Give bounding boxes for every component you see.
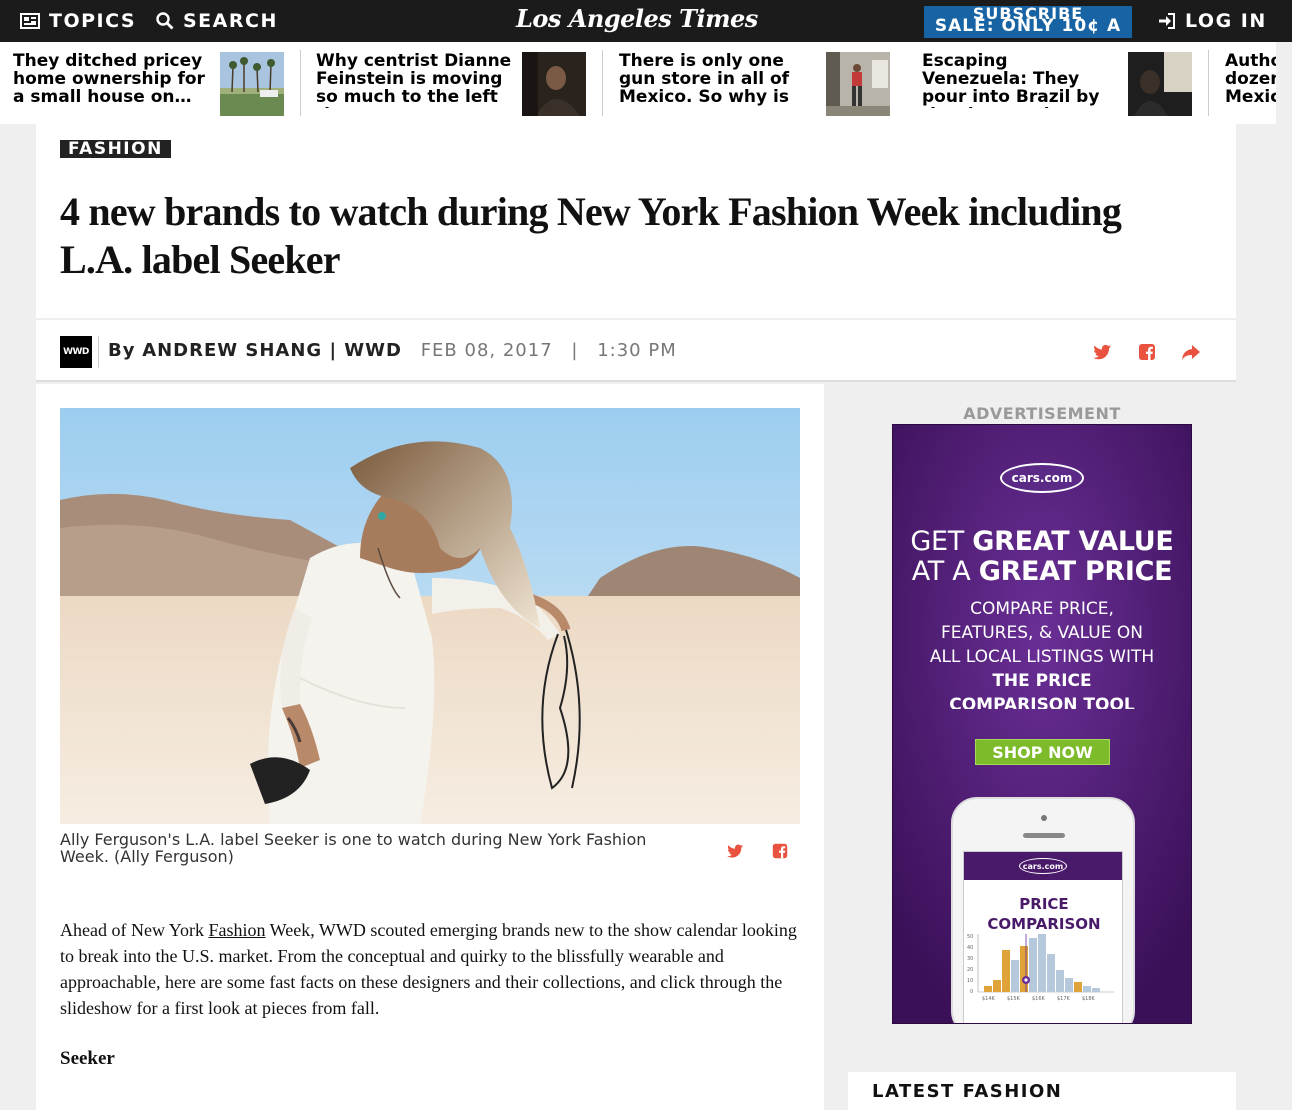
x-tick: $14K xyxy=(982,996,996,1002)
headline-divider xyxy=(300,50,301,116)
screen-title: PRICE COMPARISON xyxy=(987,895,1101,932)
screen-logo: cars.com xyxy=(1019,858,1067,874)
phone-illustration: cars.com PRICE COMPARISON 50 40 30 20 10… xyxy=(951,797,1135,1023)
search-button[interactable]: SEARCH xyxy=(156,0,278,42)
para-text-before: Ahead of New York xyxy=(60,920,209,940)
headline-text: Escaping Venezuela: They pour into Brazi… xyxy=(922,52,1100,108)
headline-thumbnail xyxy=(220,52,284,116)
headline-text: There is only one gun store in all of Me… xyxy=(619,52,790,108)
top-navigation-bar: TOPICS SEARCH Los Angeles Times SUBSCRIB… xyxy=(0,0,1292,42)
phone-speaker xyxy=(1023,833,1065,838)
byline-sep: | xyxy=(571,340,579,361)
ad-subtext: COMPARE PRICE, FEATURES, & VALUE ON ALL … xyxy=(893,597,1191,709)
y-tick: 30 xyxy=(967,956,973,962)
login-icon xyxy=(1159,13,1175,29)
byline-row: WWD By ANDREW SHANG | WWD FEB 08, 2017 |… xyxy=(36,320,1236,382)
phone-screen: cars.com PRICE COMPARISON 50 40 30 20 10… xyxy=(963,851,1123,1023)
article-header: FASHION 4 new brands to watch during New… xyxy=(36,124,1236,318)
article-body: Ally Ferguson's L.A. label Seeker is one… xyxy=(36,384,824,1110)
byline-date: FEB 08, 2017 xyxy=(420,340,553,361)
hero-image[interactable] xyxy=(60,408,800,824)
source-logo: WWD xyxy=(60,336,92,368)
headline-item[interactable]: There is only one gun store in all of Me… xyxy=(619,52,815,114)
byline: By ANDREW SHANG | WWD FEB 08, 2017 | 1:3… xyxy=(108,340,677,361)
byline-author[interactable]: ANDREW SHANG | WWD xyxy=(142,340,402,361)
headline-text: They ditched pricey home ownership for a… xyxy=(13,52,205,107)
topics-icon xyxy=(20,13,40,29)
share-arrow-icon[interactable] xyxy=(1181,342,1201,362)
byline-by: By xyxy=(108,340,136,361)
headline-thumbnail xyxy=(1128,52,1192,116)
advertisement-label: ADVERTISEMENT xyxy=(963,404,1121,423)
price-comparison-chart: 50 40 30 20 10 0 $14K $15K $16K $17K $18… xyxy=(967,934,1114,1002)
latest-fashion-heading: LATEST FASHION xyxy=(872,1081,1063,1102)
x-tick: $18K xyxy=(1082,996,1096,1002)
latimes-logo[interactable]: Los Angeles Times xyxy=(516,4,758,33)
topics-button[interactable]: TOPICS xyxy=(20,0,136,42)
headline-divider xyxy=(602,50,603,116)
subscribe-offer: SALE: ONLY 10¢ A xyxy=(934,16,1122,36)
y-tick: 20 xyxy=(967,967,973,973)
headline-strip: They ditched pricey home ownership for a… xyxy=(0,42,1276,124)
ad-head-2b: GREAT PRICE xyxy=(978,556,1173,587)
headline-item[interactable]: Autho dozen Mexic xyxy=(1225,52,1276,114)
headline-divider xyxy=(1208,50,1209,116)
login-label: LOG IN xyxy=(1185,10,1267,32)
fashion-link[interactable]: Fashion xyxy=(208,920,265,940)
facebook-icon[interactable] xyxy=(1137,342,1157,362)
shop-now-button[interactable]: SHOP NOW xyxy=(975,739,1110,765)
x-tick: $17K xyxy=(1057,996,1071,1002)
y-tick: 10 xyxy=(967,978,973,984)
ad-sub-5: COMPARISON TOOL xyxy=(949,695,1135,709)
byline-time: 1:30 PM xyxy=(597,340,677,361)
ad-sub-1: COMPARE PRICE, xyxy=(970,599,1114,619)
ad-head-1a: GET xyxy=(910,526,973,557)
x-tick: $15K xyxy=(1007,996,1021,1002)
image-caption: Ally Ferguson's L.A. label Seeker is one… xyxy=(60,830,647,866)
twitter-icon[interactable] xyxy=(726,842,744,860)
ad-head-1b: GREAT VALUE xyxy=(972,526,1174,557)
screen-header: cars.com xyxy=(964,852,1122,880)
article-headline: 4 new brands to watch during New York Fa… xyxy=(60,189,1122,282)
ad-sub-3: ALL LOCAL LISTINGS WITH xyxy=(929,647,1155,667)
headline-text: Autho dozen Mexic xyxy=(1225,52,1276,107)
headline-thumbnail xyxy=(522,52,586,116)
headline-text: Why centrist Dianne Feinstein is moving … xyxy=(316,52,512,108)
byline-divider xyxy=(98,336,99,368)
cars-logo: cars.com xyxy=(1000,463,1084,493)
ad-sub-4: THE PRICE xyxy=(992,671,1092,691)
topics-label: TOPICS xyxy=(49,10,137,32)
twitter-icon[interactable] xyxy=(1092,342,1112,362)
ad-head-2a: AT A xyxy=(911,556,979,587)
search-icon xyxy=(156,12,174,30)
advertisement-banner[interactable]: cars.com GET GREAT VALUE AT A GREAT PRIC… xyxy=(892,424,1192,1024)
x-tick: $16K xyxy=(1032,996,1046,1002)
facebook-icon[interactable] xyxy=(771,842,789,860)
headline-item[interactable]: They ditched pricey home ownership for a… xyxy=(13,52,209,114)
login-button[interactable]: LOG IN xyxy=(1158,0,1267,42)
ad-headline: GET GREAT VALUE AT A GREAT PRICE xyxy=(893,527,1191,587)
article-paragraph: Ahead of New York Fashion Week, WWD scou… xyxy=(60,917,804,1021)
article-subhead: Seeker xyxy=(60,1048,115,1069)
ad-sub-2: FEATURES, & VALUE ON xyxy=(941,623,1143,643)
phone-camera xyxy=(1041,815,1047,821)
latest-fashion-module: LATEST FASHION xyxy=(848,1072,1236,1110)
headline-item[interactable]: Why centrist Dianne Feinstein is moving … xyxy=(316,52,512,114)
subscribe-button[interactable]: SUBSCRIBE SALE: ONLY 10¢ A xyxy=(924,6,1132,38)
headline-item[interactable]: Escaping Venezuela: They pour into Brazi… xyxy=(922,52,1118,114)
y-tick: 40 xyxy=(967,945,973,951)
headline-thumbnail xyxy=(826,52,890,116)
y-tick: 50 xyxy=(967,934,973,940)
search-label: SEARCH xyxy=(183,10,278,32)
y-tick: 0 xyxy=(970,989,973,995)
section-tag[interactable]: FASHION xyxy=(60,140,171,158)
